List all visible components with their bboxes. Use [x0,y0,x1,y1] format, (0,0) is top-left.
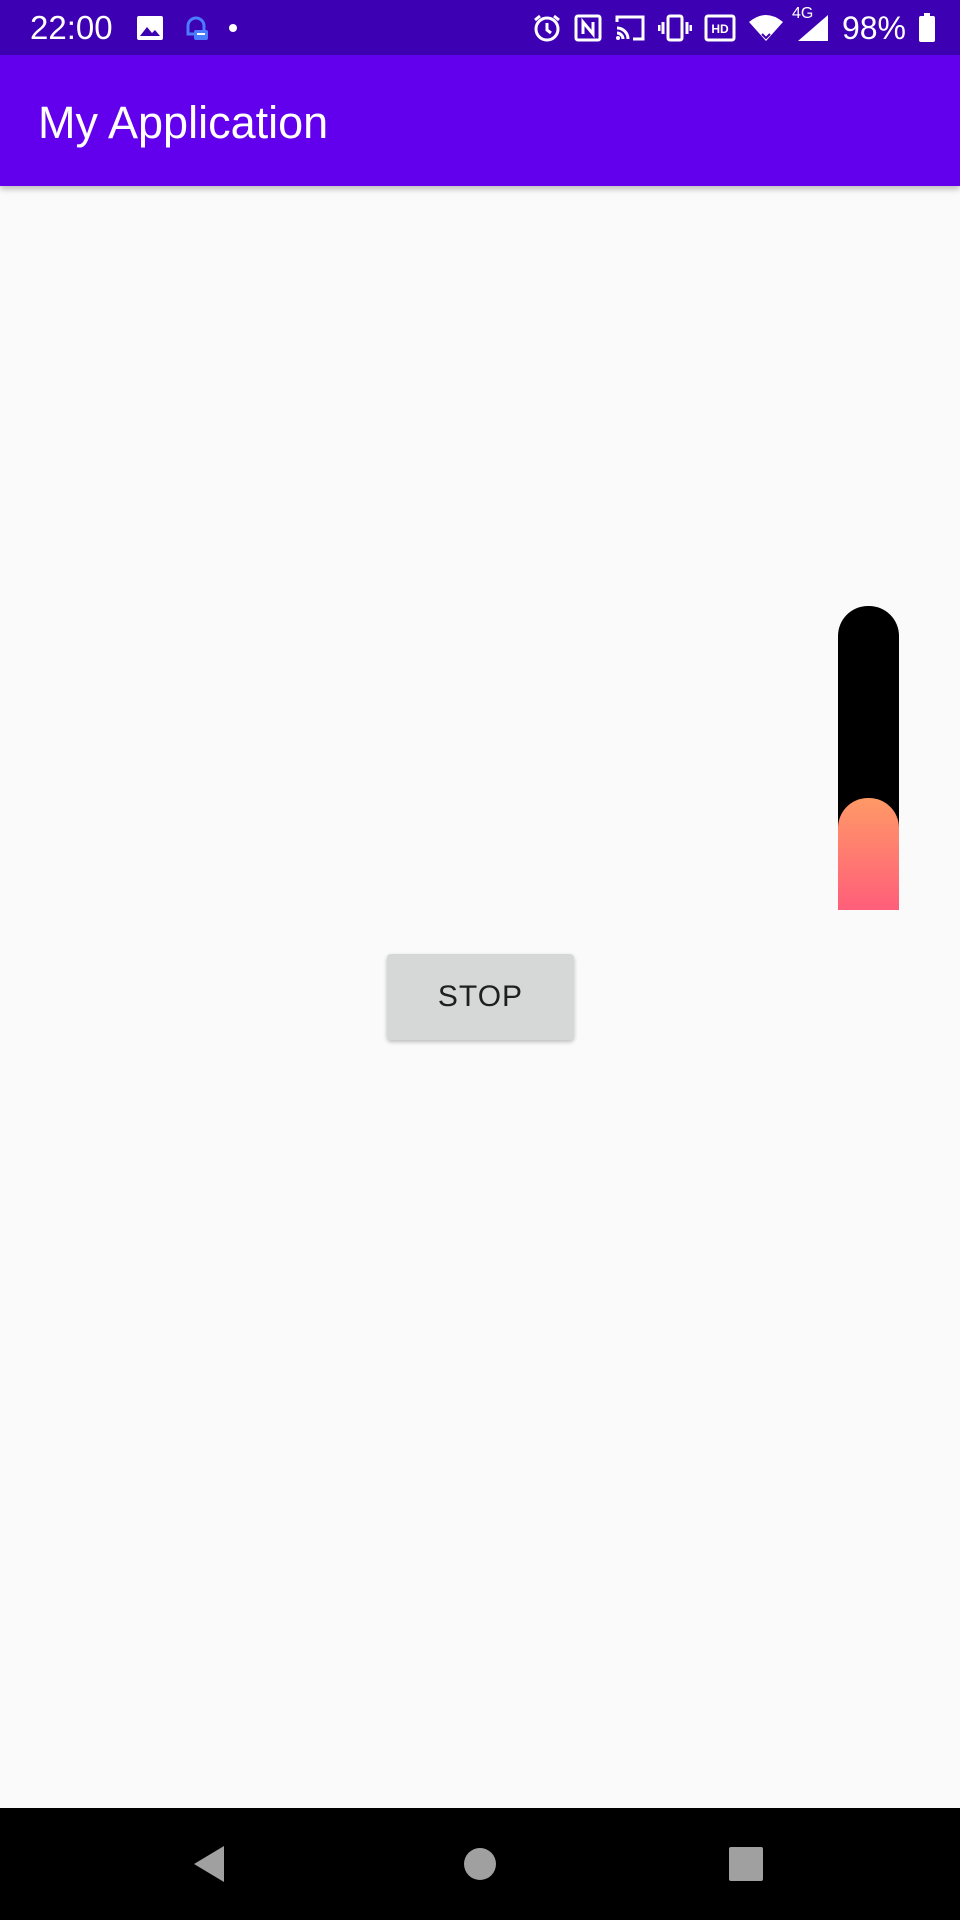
vibrate-icon [657,14,692,42]
status-time: 22:00 [30,9,113,46]
signal-icon: 4G [792,5,830,43]
image-icon [136,15,164,41]
dot-icon [228,23,238,33]
cast-icon [614,14,646,42]
wifi-icon [748,14,784,42]
app-screen: 22:00 HD 4G 98% My Application STOP [0,0,960,1920]
recents-button[interactable] [722,1842,770,1890]
network-type-label: 4G [791,5,814,22]
app-title: My Application [38,97,329,148]
progress-fill [838,797,899,910]
navigation-bar [0,1808,960,1920]
battery-icon [918,13,936,43]
status-bar: 22:00 HD 4G 98% [0,0,960,55]
hd-icon: HD [704,14,736,42]
vertical-progress-bar [838,606,899,910]
back-icon [190,1843,230,1890]
recents-icon [728,1846,764,1887]
status-right-icons: HD 4G 98% [532,5,936,48]
back-button[interactable] [186,1842,234,1890]
app-bar: My Application [0,55,960,186]
status-left-icons [136,12,238,44]
battery-percent: 98% [841,10,906,46]
chat-notification-icon [182,12,210,44]
svg-text:HD: HD [711,22,729,36]
alarm-icon [532,13,562,43]
home-button[interactable] [456,1842,504,1890]
home-icon [462,1846,498,1887]
stop-button[interactable]: STOP [387,954,574,1040]
nfc-icon [574,14,602,42]
